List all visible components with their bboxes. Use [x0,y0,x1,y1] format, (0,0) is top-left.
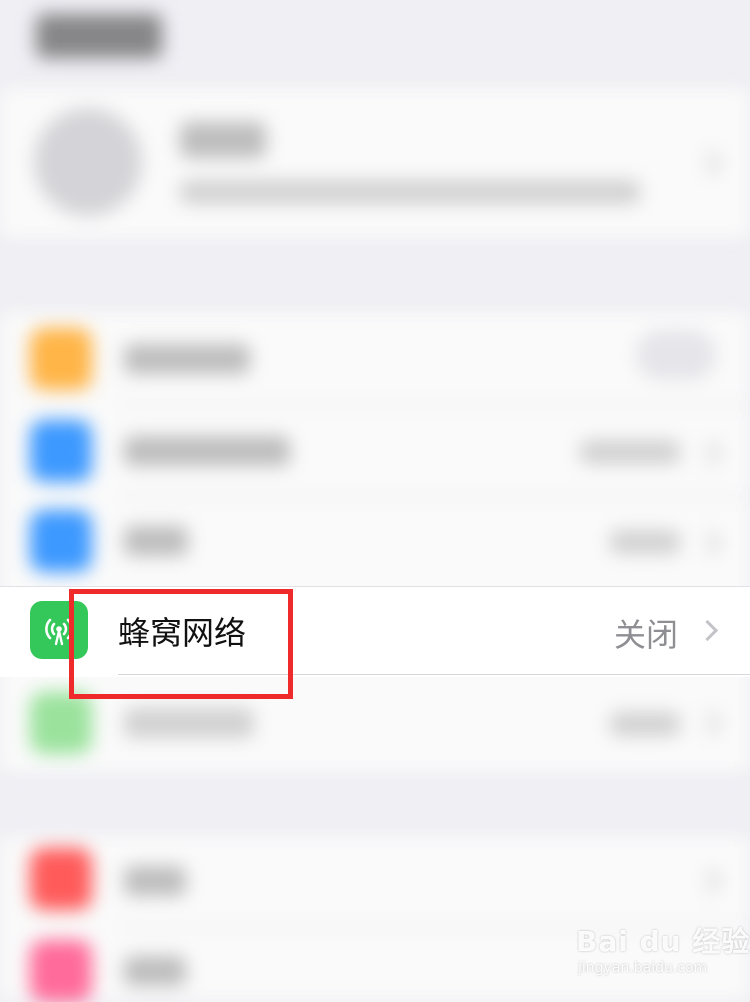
blurred-row-value [580,440,680,464]
bluetooth-icon [30,510,92,572]
airplane-mode-icon [30,328,92,390]
notifications-icon [30,848,92,910]
baidu-jingyan-watermark: Bai du 经验 jingyan.baidu.com [576,920,749,980]
blurred-row-label [124,436,290,466]
highlight-box [69,589,293,699]
blurred-row-label [124,956,186,986]
watermark-brand: Bai du 经验 [576,925,750,958]
avatar [34,108,142,216]
blurred-row-label [124,708,254,738]
cellular-status-value: 关闭 [613,616,678,654]
profile-chevron-icon [696,150,722,176]
settings-title [36,14,162,58]
blurred-row-value [610,712,680,736]
blurred-row-label [124,344,250,374]
profile-row[interactable] [0,88,750,238]
hotspot-icon [30,692,92,754]
blurred-settings-background [0,0,750,1002]
sounds-icon [30,940,92,1002]
row-separator [118,496,750,498]
row-separator [118,404,750,406]
blurred-row-label [124,526,188,556]
profile-subtitle [180,180,640,204]
wifi-icon [30,420,92,482]
profile-name [180,122,266,158]
watermark-url: jingyan.baidu.com [578,960,708,976]
blurred-row-value [610,530,680,554]
blurred-row-label [124,866,186,896]
toggle-switch[interactable] [636,330,716,380]
